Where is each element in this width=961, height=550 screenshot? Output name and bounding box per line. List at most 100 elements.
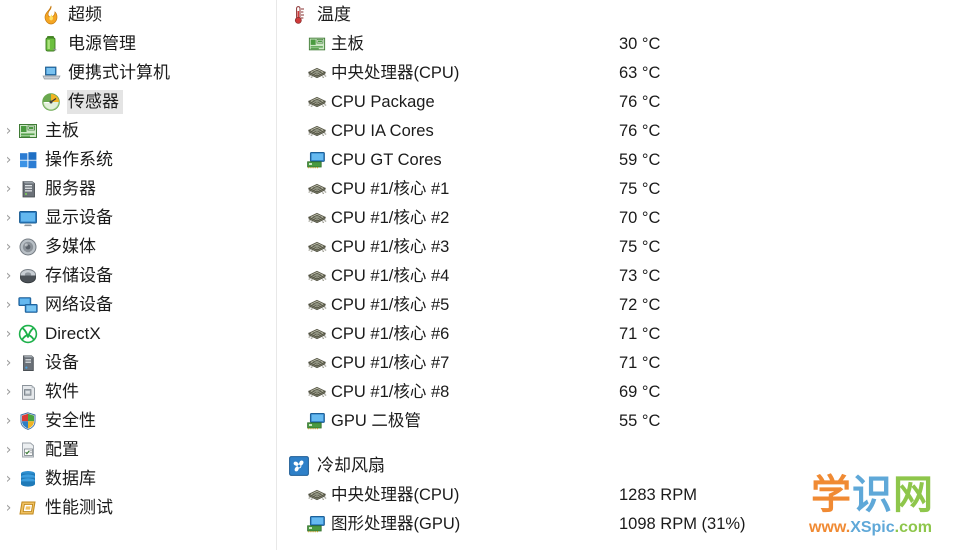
sensor-row[interactable]: CPU #1/核心 #2 70 °C bbox=[289, 203, 961, 232]
sensor-row[interactable]: CPU #1/核心 #3 75 °C bbox=[289, 232, 961, 261]
gpu-icon bbox=[306, 151, 328, 169]
benchmark-icon bbox=[17, 498, 39, 518]
aida64-sensor-window: 超频电源管理便携式计算机传感器 › 主板 › 操作系统 › 服务器 › 显示设备 › 多媒体 › 存储设… bbox=[0, 0, 961, 550]
chevron-right-icon[interactable]: › bbox=[0, 298, 17, 312]
chevron-right-icon[interactable]: › bbox=[0, 124, 17, 138]
sidebar-tree[interactable]: 超频电源管理便携式计算机传感器 › 主板 › 操作系统 › 服务器 › 显示设备 › 多媒体 › 存储设… bbox=[0, 0, 277, 522]
sensor-row[interactable]: 中央处理器(CPU) 1283 RPM bbox=[289, 480, 961, 509]
cpu-chip-icon bbox=[306, 64, 328, 82]
sidebar-item-10[interactable]: › 网络设备 bbox=[0, 290, 277, 319]
sensor-row[interactable]: CPU #1/核心 #6 71 °C bbox=[289, 319, 961, 348]
sensor-value: 69 °C bbox=[619, 382, 661, 401]
cpu-chip-icon bbox=[306, 267, 328, 285]
sensor-row[interactable]: GPU 二极管 55 °C bbox=[289, 406, 961, 435]
sidebar-item-4[interactable]: › 主板 bbox=[0, 116, 277, 145]
sidebar-item-1[interactable]: 电源管理 bbox=[0, 29, 277, 58]
navigation-sidebar[interactable]: 超频电源管理便携式计算机传感器 › 主板 › 操作系统 › 服务器 › 显示设备 › 多媒体 › 存储设… bbox=[0, 0, 278, 550]
gpu-icon bbox=[306, 412, 328, 430]
cpu-chip-icon bbox=[306, 180, 328, 198]
cpu-chip-icon bbox=[306, 209, 328, 227]
sidebar-item-8[interactable]: › 多媒体 bbox=[0, 232, 277, 261]
cpu-chip-icon bbox=[306, 296, 328, 314]
sensor-name: 主板 bbox=[331, 34, 364, 53]
sensor-row[interactable]: 图形处理器(GPU) 1098 RPM (31%) bbox=[289, 509, 961, 538]
sensor-value: 73 °C bbox=[619, 266, 661, 285]
sidebar-item-2[interactable]: 便携式计算机 bbox=[0, 58, 277, 87]
sidebar-item-label: 软件 bbox=[45, 381, 79, 401]
sensor-name: CPU #1/核心 #8 bbox=[331, 382, 450, 401]
sensor-value: 71 °C bbox=[619, 324, 661, 343]
sidebar-item-14[interactable]: › 安全性 bbox=[0, 406, 277, 435]
chevron-right-icon[interactable]: › bbox=[0, 414, 17, 428]
sensor-row[interactable]: CPU #1/核心 #7 71 °C bbox=[289, 348, 961, 377]
sidebar-item-label: 主板 bbox=[45, 120, 79, 140]
sensor-name: CPU #1/核心 #4 bbox=[331, 266, 450, 285]
sensor-name: CPU #1/核心 #1 bbox=[331, 179, 450, 198]
sidebar-item-label: 操作系统 bbox=[45, 149, 113, 169]
sensor-name: CPU #1/核心 #5 bbox=[331, 295, 450, 314]
chevron-right-icon[interactable]: › bbox=[0, 327, 17, 341]
sidebar-item-5[interactable]: › 操作系统 bbox=[0, 145, 277, 174]
cpu-chip-icon bbox=[306, 354, 328, 372]
sidebar-item-label: 超频 bbox=[68, 4, 102, 24]
motherboard-icon bbox=[306, 35, 328, 53]
sensor-name: CPU GT Cores bbox=[331, 150, 442, 169]
speaker-icon bbox=[17, 237, 39, 257]
sensor-group-header: 温度 bbox=[289, 0, 961, 29]
chevron-right-icon[interactable]: › bbox=[0, 385, 17, 399]
sensor-content-pane: 温度主板 30 °C 中央处理器(CPU) 63 °C CPU Package 76 °C… bbox=[277, 0, 961, 550]
sensor-row[interactable]: 中央处理器(CPU) 63 °C bbox=[289, 58, 961, 87]
chevron-right-icon[interactable]: › bbox=[0, 443, 17, 457]
chevron-right-icon[interactable]: › bbox=[0, 356, 17, 370]
chevron-right-icon[interactable]: › bbox=[0, 240, 17, 254]
sensor-row[interactable]: 主板 30 °C bbox=[289, 29, 961, 58]
config-icon bbox=[17, 440, 39, 460]
sidebar-item-13[interactable]: › 软件 bbox=[0, 377, 277, 406]
sidebar-item-7[interactable]: › 显示设备 bbox=[0, 203, 277, 232]
sensor-value: 76 °C bbox=[619, 92, 661, 111]
sidebar-item-0[interactable]: 超频 bbox=[0, 0, 277, 29]
sidebar-item-label: 服务器 bbox=[45, 178, 96, 198]
sidebar-item-17[interactable]: › 性能测试 bbox=[0, 493, 277, 522]
sensor-value: 70 °C bbox=[619, 208, 661, 227]
sensor-value: 30 °C bbox=[619, 34, 661, 53]
sidebar-item-label: 安全性 bbox=[45, 410, 96, 430]
sensor-value: 63 °C bbox=[619, 63, 661, 82]
chevron-right-icon[interactable]: › bbox=[0, 472, 17, 486]
sidebar-item-label: 显示设备 bbox=[45, 207, 113, 227]
cpu-chip-icon bbox=[306, 383, 328, 401]
sidebar-item-16[interactable]: › 数据库 bbox=[0, 464, 277, 493]
server-icon bbox=[17, 179, 39, 199]
sensor-row[interactable]: CPU #1/核心 #8 69 °C bbox=[289, 377, 961, 406]
sidebar-item-label: 网络设备 bbox=[45, 294, 113, 314]
sidebar-item-3[interactable]: 传感器 bbox=[0, 87, 277, 116]
sidebar-item-label: 多媒体 bbox=[45, 236, 96, 256]
flame-icon bbox=[40, 5, 62, 25]
harddisk-icon bbox=[17, 266, 39, 286]
chevron-right-icon[interactable]: › bbox=[0, 182, 17, 196]
sidebar-item-label: 电源管理 bbox=[68, 33, 136, 53]
chevron-right-icon[interactable]: › bbox=[0, 501, 17, 515]
sidebar-item-11[interactable]: › DirectX bbox=[0, 319, 277, 348]
sensor-name: CPU #1/核心 #2 bbox=[331, 208, 450, 227]
sidebar-item-15[interactable]: › 配置 bbox=[0, 435, 277, 464]
sensor-value: 71 °C bbox=[619, 353, 661, 372]
sidebar-item-6[interactable]: › 服务器 bbox=[0, 174, 277, 203]
sensor-row[interactable]: CPU #1/核心 #4 73 °C bbox=[289, 261, 961, 290]
sensor-row[interactable]: CPU #1/核心 #5 72 °C bbox=[289, 290, 961, 319]
cpu-chip-icon bbox=[306, 238, 328, 256]
sensor-row[interactable]: CPU IA Cores 76 °C bbox=[289, 116, 961, 145]
cpu-chip-icon bbox=[306, 486, 328, 504]
sidebar-item-label: 便携式计算机 bbox=[68, 62, 170, 82]
fan-icon bbox=[289, 455, 309, 476]
sensor-value: 72 °C bbox=[619, 295, 661, 314]
chevron-right-icon[interactable]: › bbox=[0, 269, 17, 283]
sensor-value: 1098 RPM (31%) bbox=[619, 514, 746, 533]
sensor-row[interactable]: CPU GT Cores 59 °C bbox=[289, 145, 961, 174]
sidebar-item-12[interactable]: › 设备 bbox=[0, 348, 277, 377]
chevron-right-icon[interactable]: › bbox=[0, 211, 17, 225]
sensor-row[interactable]: CPU #1/核心 #1 75 °C bbox=[289, 174, 961, 203]
chevron-right-icon[interactable]: › bbox=[0, 153, 17, 167]
sidebar-item-9[interactable]: › 存储设备 bbox=[0, 261, 277, 290]
sensor-row[interactable]: CPU Package 76 °C bbox=[289, 87, 961, 116]
